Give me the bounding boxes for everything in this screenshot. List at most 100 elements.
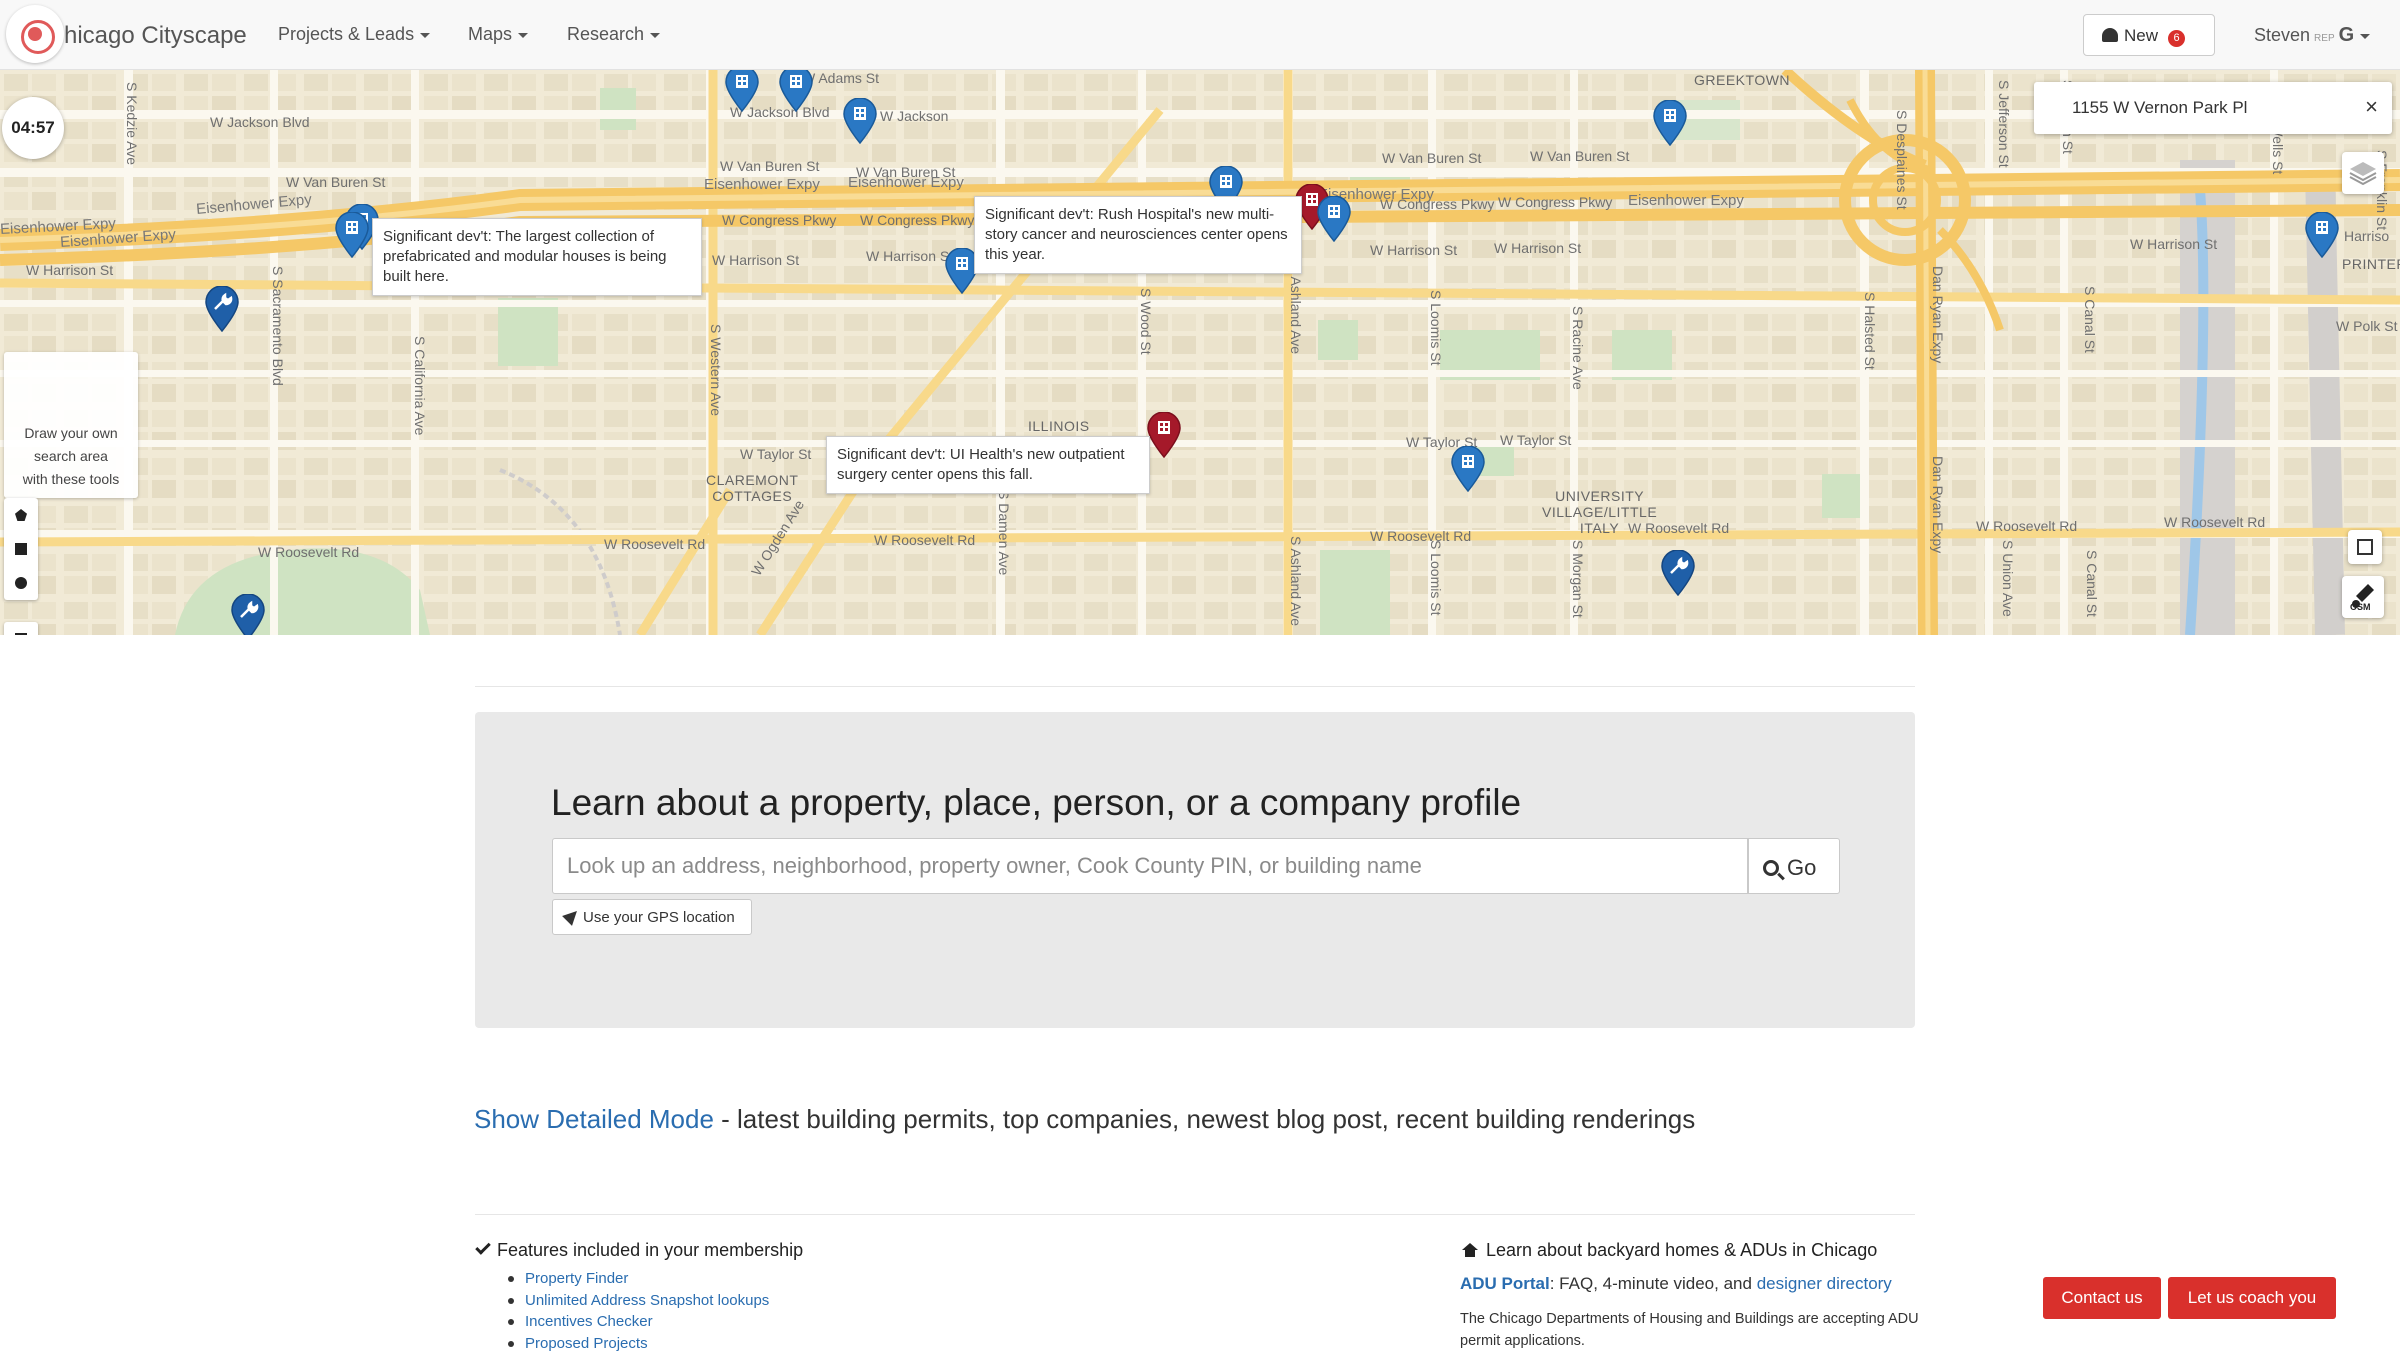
search-go-button[interactable]: Go	[1748, 838, 1840, 894]
coach-me-button[interactable]: Let us coach you	[2168, 1277, 2336, 1319]
street-label: S Halsted St	[1862, 292, 1878, 370]
street-label: Eisenhower Expy	[704, 176, 820, 193]
street-label: S Desplaines St	[1894, 110, 1910, 210]
street-label: W Harrison St	[26, 262, 114, 278]
go-label: Go	[1787, 855, 1817, 880]
notification-count-badge: 6	[2168, 30, 2186, 47]
street-label: W Congress Pkwy	[1498, 194, 1613, 210]
draw-rectangle-tool[interactable]	[4, 532, 38, 566]
show-detailed-mode-link[interactable]: Show Detailed Mode	[474, 1104, 714, 1134]
map-pin-building[interactable]	[724, 70, 760, 113]
features-heading-text: Features included in your membership	[497, 1240, 804, 1260]
map-base-layer	[0, 70, 2400, 635]
detailed-mode-description: - latest building permits, top companies…	[713, 1104, 1696, 1134]
street-label: W Harrison St	[712, 252, 800, 268]
circle-icon	[15, 577, 27, 589]
cityscape-logo-icon[interactable]	[6, 5, 64, 63]
street-label: W Roosevelt Rd	[1370, 528, 1472, 544]
caret-down-icon	[518, 32, 529, 38]
adu-note: The Chicago Departments of Housing and B…	[1460, 1311, 1919, 1349]
map-pin-permit[interactable]	[1660, 549, 1696, 597]
street-label: S California Ave	[412, 336, 428, 436]
street-label: Harriso	[2344, 228, 2390, 244]
layers-button[interactable]	[2342, 152, 2384, 194]
area-label: UNIVERSITY VILLAGE/LITTLE ITALY	[1542, 488, 1658, 536]
draw-polygon-tool[interactable]	[4, 498, 38, 532]
street-label: S Sacramento Blvd	[270, 266, 286, 386]
map-pin-permit[interactable]	[204, 285, 240, 333]
map-pin-building[interactable]	[2304, 211, 2340, 259]
map-tooltip-rush-hospital: Significant dev't: Rush Hospital's new m…	[974, 196, 1302, 274]
street-label: W Congress Pkwy	[860, 212, 975, 228]
menu-research[interactable]: Research	[567, 24, 661, 45]
user-menu[interactable]: Steven REP G	[2254, 24, 2371, 47]
street-label: W Harrison St	[2130, 236, 2218, 252]
street-label: S Union Ave	[2000, 540, 2016, 617]
map-pin-building[interactable]	[334, 211, 370, 259]
map-pin-building[interactable]	[1316, 195, 1352, 243]
osm-basemap-button[interactable]: OSM	[2342, 576, 2384, 618]
area-label: ILLINOIS	[1028, 418, 1090, 434]
map-pin-building[interactable]	[1450, 445, 1486, 493]
feature-link-proposed-projects[interactable]: Proposed Projects	[508, 1333, 769, 1355]
street-label: S Western Ave	[708, 324, 724, 417]
gps-label: Use your GPS location	[583, 909, 735, 926]
street-label: W Taylor St	[1500, 432, 1572, 448]
feature-link-address-snapshot[interactable]: Unlimited Address Snapshot lookups	[508, 1290, 769, 1312]
feature-link-incentives-checker[interactable]: Incentives Checker	[508, 1311, 769, 1333]
address-search-chip-value: 1155 W Vernon Park Pl	[2072, 98, 2248, 117]
adu-heading: Learn about backyard homes & ADUs in Chi…	[1462, 1240, 1877, 1261]
map-canvas[interactable]: W Jackson Blvd W Jackson Blvd W Jackson …	[0, 70, 2400, 635]
menu-research-label: Research	[567, 24, 645, 44]
street-label: Dan Ryan Expy	[1930, 456, 1946, 554]
feature-link-property-finder[interactable]: Property Finder	[508, 1268, 769, 1290]
new-notifications-button[interactable]: New 6	[2083, 14, 2215, 56]
designer-directory-link[interactable]: designer directory	[1757, 1274, 1892, 1293]
street-label: W Harrison St	[1494, 240, 1582, 256]
street-label: W Roosevelt Rd	[258, 544, 360, 560]
square-icon	[15, 543, 27, 555]
address-search-chip[interactable]: 1155 W Vernon Park Pl ×	[2034, 82, 2392, 134]
street-label: S Kedzie Ave	[124, 82, 140, 166]
draw-hint-panel: Draw your own search area with these too…	[4, 352, 138, 498]
divider	[475, 686, 1915, 687]
street-label: S Ashland Ave	[1288, 536, 1304, 627]
street-label: W Taylor St	[740, 446, 812, 462]
street-label: W Jackson Blvd	[210, 114, 310, 130]
edit-shapes-tool[interactable]	[4, 622, 38, 635]
map-pin-building[interactable]	[778, 70, 814, 113]
street-label: W Van Buren St	[286, 174, 386, 190]
street-label: W Congress Pkwy	[722, 212, 837, 228]
property-search-input[interactable]	[552, 838, 1748, 894]
map-pin-permit[interactable]	[230, 593, 266, 635]
close-icon[interactable]: ×	[2365, 94, 2378, 120]
menu-maps[interactable]: Maps	[468, 24, 529, 45]
location-arrow-icon	[562, 906, 582, 926]
draw-circle-tool[interactable]	[4, 566, 38, 600]
map-pin-building[interactable]	[1652, 99, 1688, 147]
map-pin-building[interactable]	[842, 97, 878, 145]
menu-projects-leads[interactable]: Projects & Leads	[278, 24, 431, 45]
adu-portal-link[interactable]: ADU Portal	[1460, 1274, 1550, 1293]
street-label: S Morgan St	[1570, 540, 1586, 618]
draw-hint-line: Draw your own	[24, 425, 118, 441]
home-icon	[1462, 1243, 1478, 1257]
polygon-icon	[15, 509, 27, 521]
check-icon	[475, 1239, 491, 1255]
use-gps-button[interactable]: Use your GPS location	[552, 899, 752, 935]
divider	[475, 1214, 1915, 1215]
adu-heading-text: Learn about backyard homes & ADUs in Chi…	[1486, 1240, 1878, 1260]
street-label: W Van Buren St	[1382, 150, 1482, 166]
caret-down-icon	[420, 32, 431, 38]
map-pin-featured[interactable]	[1146, 411, 1182, 459]
street-label: W Roosevelt Rd	[1976, 518, 2078, 534]
adu-portal-line: ADU Portal: FAQ, 4-minute video, and des…	[1460, 1274, 1892, 1294]
contact-us-button[interactable]: Contact us	[2043, 1277, 2161, 1319]
brand-title[interactable]: hicago Cityscape	[64, 22, 247, 50]
fullscreen-button[interactable]	[2348, 530, 2382, 564]
street-label: S Canal St	[2082, 286, 2098, 353]
menu-projects-leads-label: Projects & Leads	[278, 24, 415, 44]
map-tooltip-ui-health: Significant dev't: UI Health's new outpa…	[826, 436, 1150, 494]
area-label: CLAREMONT COTTAGES	[706, 472, 799, 504]
draw-hint-line: with these tools	[22, 471, 120, 487]
